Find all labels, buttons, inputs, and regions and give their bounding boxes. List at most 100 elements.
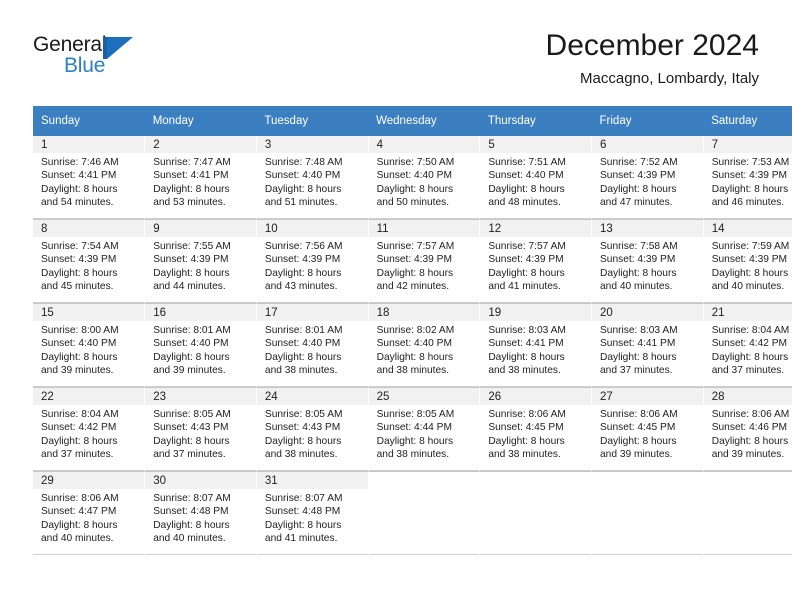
calendar-week-row: 15 Sunrise: 8:00 AM Sunset: 4:40 PM Dayligh…	[33, 304, 792, 387]
daylight-text-line2: and 37 minutes.	[153, 449, 226, 461]
calendar-day-cell[interactable]: 11 Sunrise: 7:57 AM Sunset: 4:39 PM Dayligh…	[368, 220, 481, 303]
calendar-day-cell[interactable]: 29 Sunrise: 8:06 AM Sunset: 4:47 PM Dayligh…	[33, 472, 146, 555]
calendar-day-cell[interactable]	[703, 472, 792, 555]
daylight-text-line2: and 39 minutes.	[711, 449, 785, 461]
sunset-text: Sunset: 4:39 PM	[153, 254, 229, 266]
day-number: 4	[368, 136, 480, 153]
calendar-day-cell[interactable]: 26 Sunrise: 8:06 AM Sunset: 4:45 PM Dayligh…	[479, 388, 593, 471]
weekday-header-tuesday: Tuesday	[256, 106, 369, 136]
sunset-text: Sunset: 4:43 PM	[153, 422, 229, 434]
calendar-day-cell[interactable]: 20 Sunrise: 8:03 AM Sunset: 4:41 PM Dayligh…	[591, 304, 704, 387]
day-details	[704, 489, 792, 492]
day-details: Sunrise: 8:03 AM Sunset: 4:41 PM Daylight:…	[480, 321, 591, 378]
calendar-day-cell[interactable]: 22 Sunrise: 8:04 AM Sunset: 4:42 PM Dayligh…	[33, 388, 146, 471]
weekday-header-friday: Friday	[591, 106, 704, 136]
sunrise-text: Sunrise: 7:46 AM	[41, 157, 119, 168]
daylight-text-line1: Daylight: 8 hours	[488, 351, 565, 363]
day-cell-content: 10 Sunrise: 7:56 AM Sunset: 4:39 PM Dayligh…	[256, 220, 368, 302]
daylight-text-line1: Daylight: 8 hours	[153, 183, 230, 195]
calendar-day-cell[interactable]: 14 Sunrise: 7:59 AM Sunset: 4:39 PM Dayligh…	[703, 220, 792, 303]
day-number: 25	[368, 388, 480, 405]
calendar-day-cell[interactable]: 4 Sunrise: 7:50 AM Sunset: 4:40 PM Daylight…	[368, 136, 481, 219]
calendar-day-cell[interactable]: 18 Sunrise: 8:02 AM Sunset: 4:40 PM Dayligh…	[368, 304, 481, 387]
day-number: 29	[33, 472, 145, 489]
sunset-text: Sunset: 4:40 PM	[488, 170, 564, 182]
day-details	[480, 489, 591, 492]
calendar-week-row: 22 Sunrise: 8:04 AM Sunset: 4:42 PM Dayligh…	[33, 388, 792, 471]
calendar-day-cell[interactable]: 13 Sunrise: 7:58 AM Sunset: 4:39 PM Dayligh…	[591, 220, 704, 303]
calendar-day-cell[interactable]: 28 Sunrise: 8:06 AM Sunset: 4:46 PM Dayligh…	[703, 388, 792, 471]
daylight-text-line2: and 47 minutes.	[600, 197, 673, 209]
daylight-text-line2: and 40 minutes.	[711, 281, 785, 293]
day-number	[703, 472, 792, 489]
calendar-day-cell[interactable]: 31 Sunrise: 8:07 AM Sunset: 4:48 PM Dayligh…	[256, 472, 369, 555]
day-number: 11	[368, 220, 480, 237]
day-number: 30	[145, 472, 256, 489]
calendar-grid: Sunday Monday Tuesday Wednesday Thursday…	[33, 106, 792, 555]
day-cell-content: 19 Sunrise: 8:03 AM Sunset: 4:41 PM Dayligh…	[480, 304, 592, 386]
day-number: 13	[592, 220, 703, 237]
day-cell-content	[480, 472, 592, 554]
calendar-day-cell[interactable]: 21 Sunrise: 8:04 AM Sunset: 4:42 PM Dayligh…	[703, 304, 792, 387]
calendar-day-cell[interactable]: 3 Sunrise: 7:48 AM Sunset: 4:40 PM Daylight…	[256, 136, 369, 219]
daylight-text-line2: and 42 minutes.	[376, 281, 450, 293]
daylight-text-line2: and 46 minutes.	[711, 197, 785, 209]
calendar-day-cell[interactable]	[479, 472, 593, 555]
calendar-day-cell[interactable]: 19 Sunrise: 8:03 AM Sunset: 4:41 PM Dayligh…	[479, 304, 593, 387]
sunset-text: Sunset: 4:39 PM	[488, 254, 564, 266]
daylight-text-line2: and 37 minutes.	[41, 449, 114, 461]
daylight-text-line1: Daylight: 8 hours	[153, 267, 230, 279]
day-details: Sunrise: 8:06 AM Sunset: 4:45 PM Daylight:…	[592, 405, 703, 462]
day-number: 7	[703, 136, 792, 153]
sunset-text: Sunset: 4:39 PM	[711, 170, 788, 182]
sunset-text: Sunset: 4:48 PM	[264, 506, 341, 518]
day-cell-content: 7 Sunrise: 7:53 AM Sunset: 4:39 PM Daylight…	[703, 136, 792, 218]
daylight-text-line1: Daylight: 8 hours	[488, 183, 565, 195]
sunset-text: Sunset: 4:40 PM	[264, 338, 341, 350]
daylight-text-line2: and 40 minutes.	[41, 533, 114, 545]
day-details: Sunrise: 8:06 AM Sunset: 4:47 PM Daylight:…	[33, 489, 144, 546]
calendar-day-cell[interactable]: 2 Sunrise: 7:47 AM Sunset: 4:41 PM Daylight…	[144, 136, 257, 219]
calendar-day-cell[interactable]: 5 Sunrise: 7:51 AM Sunset: 4:40 PM Daylight…	[479, 136, 593, 219]
calendar-day-cell[interactable]	[368, 472, 481, 555]
calendar-day-cell[interactable]: 9 Sunrise: 7:55 AM Sunset: 4:39 PM Daylight…	[144, 220, 257, 303]
daylight-text-line1: Daylight: 8 hours	[41, 267, 118, 279]
sunrise-text: Sunrise: 8:07 AM	[264, 493, 343, 504]
calendar-day-cell[interactable]	[591, 472, 704, 555]
calendar-day-cell[interactable]: 12 Sunrise: 7:57 AM Sunset: 4:39 PM Dayligh…	[479, 220, 593, 303]
daylight-text-line2: and 40 minutes.	[600, 281, 673, 293]
day-cell-content: 23 Sunrise: 8:05 AM Sunset: 4:43 PM Dayligh…	[145, 388, 256, 470]
day-cell-content: 5 Sunrise: 7:51 AM Sunset: 4:40 PM Daylight…	[480, 136, 592, 218]
calendar-day-cell[interactable]: 8 Sunrise: 7:54 AM Sunset: 4:39 PM Daylight…	[33, 220, 146, 303]
calendar-day-cell[interactable]: 30 Sunrise: 8:07 AM Sunset: 4:48 PM Dayligh…	[144, 472, 257, 555]
calendar-day-cell[interactable]: 23 Sunrise: 8:05 AM Sunset: 4:43 PM Dayligh…	[144, 388, 257, 471]
calendar-day-cell[interactable]: 15 Sunrise: 8:00 AM Sunset: 4:40 PM Dayligh…	[33, 304, 146, 387]
calendar-day-cell[interactable]: 10 Sunrise: 7:56 AM Sunset: 4:39 PM Dayligh…	[256, 220, 369, 303]
calendar-day-cell[interactable]: 24 Sunrise: 8:05 AM Sunset: 4:43 PM Dayligh…	[256, 388, 369, 471]
sunrise-text: Sunrise: 7:50 AM	[376, 157, 455, 168]
sunset-text: Sunset: 4:41 PM	[41, 170, 117, 182]
day-details: Sunrise: 7:46 AM Sunset: 4:41 PM Daylight:…	[33, 153, 144, 210]
day-number: 19	[480, 304, 592, 321]
calendar-day-cell[interactable]: 7 Sunrise: 7:53 AM Sunset: 4:39 PM Daylight…	[703, 136, 792, 219]
daylight-text-line1: Daylight: 8 hours	[264, 183, 342, 195]
day-number: 6	[592, 136, 703, 153]
day-cell-content: 28 Sunrise: 8:06 AM Sunset: 4:46 PM Dayligh…	[703, 388, 792, 470]
calendar-day-cell[interactable]: 25 Sunrise: 8:05 AM Sunset: 4:44 PM Dayligh…	[368, 388, 481, 471]
day-number: 27	[592, 388, 703, 405]
calendar-day-cell[interactable]: 1 Sunrise: 7:46 AM Sunset: 4:41 PM Daylight…	[33, 136, 146, 219]
sunrise-text: Sunrise: 8:00 AM	[41, 325, 119, 336]
day-number: 16	[145, 304, 256, 321]
calendar-day-cell[interactable]: 17 Sunrise: 8:01 AM Sunset: 4:40 PM Dayligh…	[256, 304, 369, 387]
triangle-flag-mark-icon	[103, 37, 133, 59]
day-cell-content: 21 Sunrise: 8:04 AM Sunset: 4:42 PM Dayligh…	[703, 304, 792, 386]
calendar-day-cell[interactable]: 6 Sunrise: 7:52 AM Sunset: 4:39 PM Daylight…	[591, 136, 704, 219]
calendar-day-cell[interactable]: 16 Sunrise: 8:01 AM Sunset: 4:40 PM Dayligh…	[144, 304, 257, 387]
calendar-day-cell[interactable]: 27 Sunrise: 8:06 AM Sunset: 4:45 PM Dayligh…	[591, 388, 704, 471]
daylight-text-line1: Daylight: 8 hours	[600, 183, 677, 195]
daylight-text-line2: and 38 minutes.	[488, 449, 561, 461]
brand-logo[interactable]: General Blue	[33, 33, 163, 81]
day-cell-content: 15 Sunrise: 8:00 AM Sunset: 4:40 PM Dayligh…	[33, 304, 145, 386]
sunset-text: Sunset: 4:45 PM	[600, 422, 676, 434]
sunrise-text: Sunrise: 7:57 AM	[376, 241, 455, 252]
